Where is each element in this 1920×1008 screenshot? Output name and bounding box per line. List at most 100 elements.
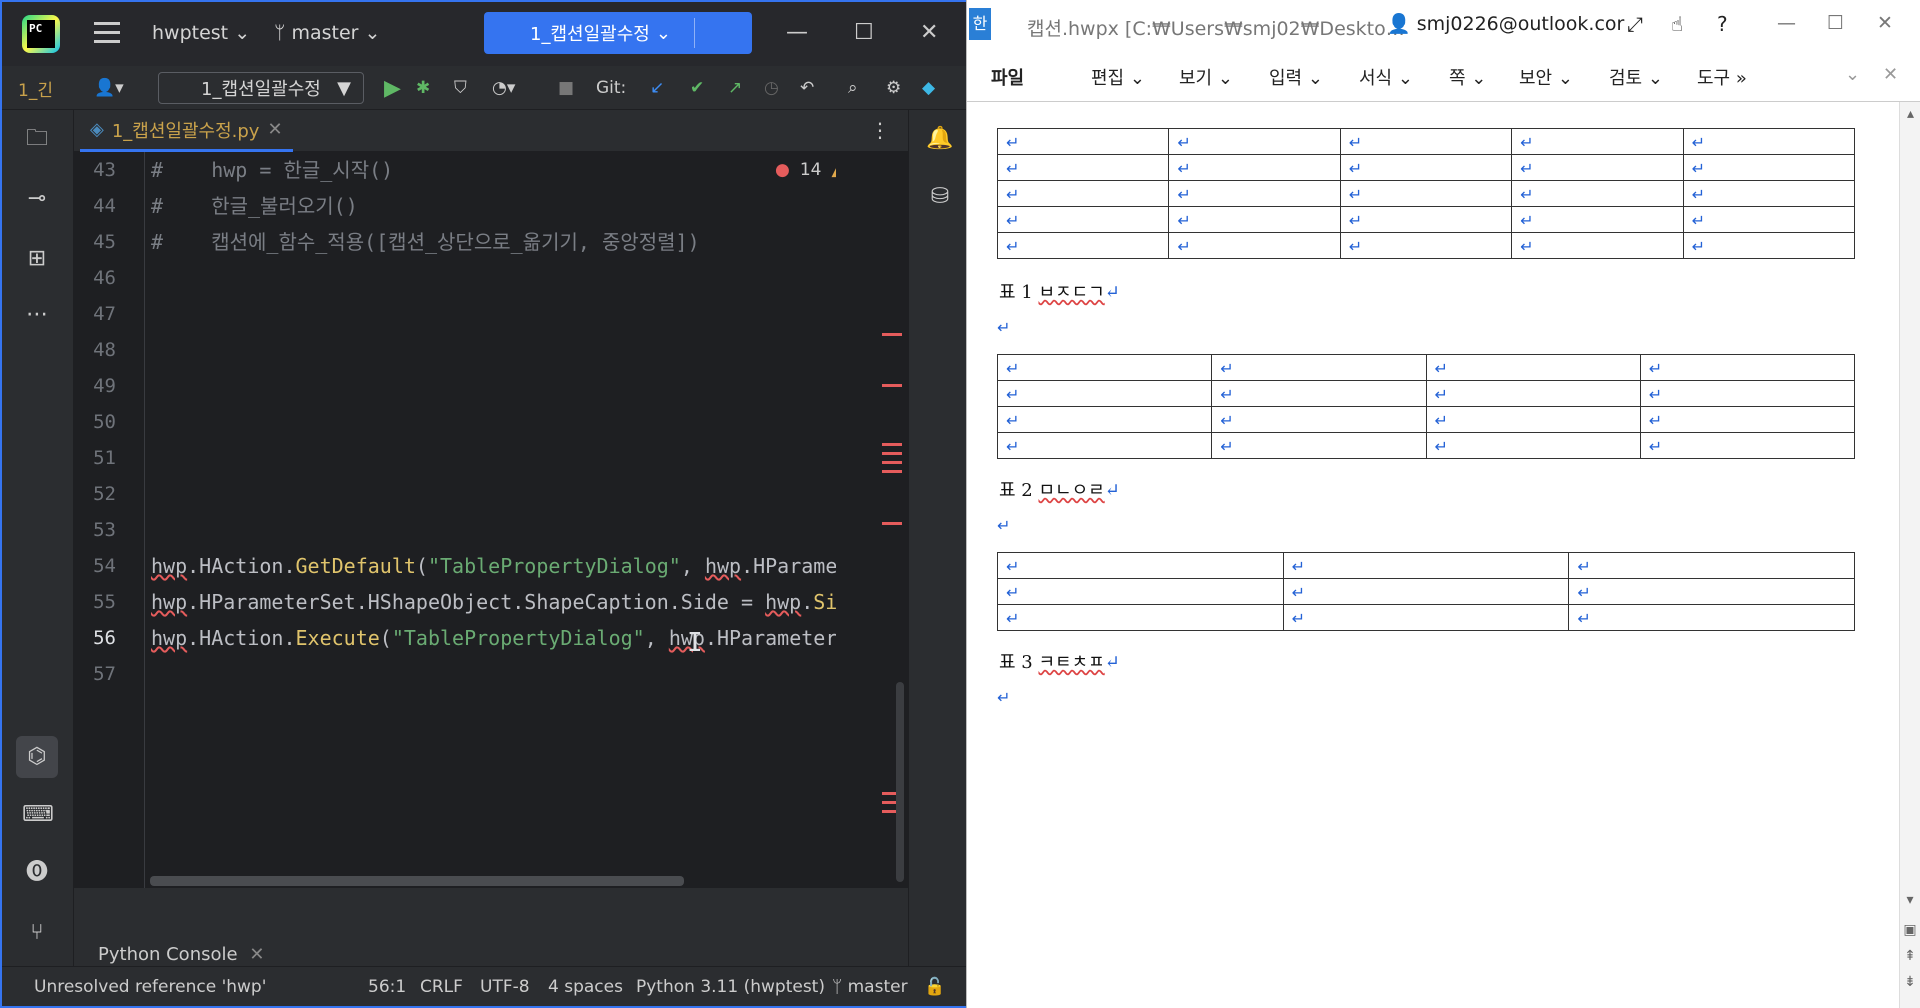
commit-icon[interactable]: ⊸	[22, 184, 52, 214]
terminal-icon[interactable]: ⌨	[22, 800, 54, 830]
inspection-widget[interactable]: ●14 ▲1 ✔4 ⌃ ⌄	[775, 160, 836, 180]
error-stripe-mark[interactable]	[882, 443, 902, 446]
menu-insert[interactable]: 입력 ⌄	[1269, 64, 1323, 90]
table-caption-2[interactable]: 표 2 ㅁㄴㅇㄹ↵	[999, 476, 1120, 502]
code-line-43[interactable]: # hwp = 한글_시작()	[151, 152, 393, 188]
menu-view[interactable]: 보기 ⌄	[1179, 64, 1233, 90]
python-console-tab[interactable]: Python Console	[98, 944, 238, 965]
toolbar-run-config-select[interactable]: 1_캡션일괄수정 ▼	[158, 72, 364, 104]
close-tab-icon[interactable]: ✕	[249, 944, 264, 965]
empty-paragraph[interactable]: ↵	[997, 318, 1010, 337]
table-caption-3[interactable]: 표 3 ㅋㅌㅊㅍ↵	[999, 648, 1120, 674]
lock-icon[interactable]: 🔓	[924, 977, 945, 997]
debug-icon[interactable]: ✱	[416, 76, 430, 100]
structure-icon[interactable]: ⊞	[22, 244, 52, 274]
editor-tab[interactable]: ◈ 1_캡션일괄수정.py ✕	[80, 110, 293, 152]
caret-position[interactable]: 56:1	[368, 977, 406, 997]
maximize-button[interactable]: ☐	[854, 20, 874, 45]
scroll-down-icon[interactable]: ▾	[1900, 892, 1920, 908]
stop-icon[interactable]: ■	[558, 76, 574, 100]
line-number: 47	[93, 303, 116, 325]
fullscreen-icon[interactable]: ⤢	[1627, 12, 1643, 36]
file-encoding[interactable]: UTF-8	[480, 977, 530, 997]
menu-security[interactable]: 보안 ⌄	[1519, 64, 1573, 90]
more-tools-icon[interactable]: ⋯	[22, 300, 52, 330]
python-console-icon[interactable]: ⌬	[16, 736, 58, 778]
main-menu-icon[interactable]	[94, 22, 120, 44]
history-icon[interactable]: ◷	[764, 76, 779, 100]
touch-mode-icon[interactable]: ☝	[1671, 12, 1683, 36]
table-1[interactable]: ↵ ↵ ↵ ↵ ↵ ↵ ↵ ↵ ↵ ↵ ↵ ↵ ↵ ↵ ↵ ↵ ↵ ↵ ↵ ↵ ↵ ↵ ↵ ↵ ↵	[996, 128, 1856, 259]
search-icon[interactable]: ⌕	[848, 76, 858, 100]
branch-selector[interactable]: ᛘ master ⌄	[274, 22, 380, 44]
error-stripe-mark[interactable]	[882, 333, 902, 336]
database-icon[interactable]: ⛁	[925, 182, 955, 212]
notifications-bell-icon[interactable]: 🔔	[925, 124, 955, 154]
ide-title-bar: PC hwptest ⌄ ᛘ master ⌄ 1_캡션일괄수정 ⌄ — ☐ ✕	[2, 2, 968, 66]
code-line-45[interactable]: # 캡션에_함수_적용([캡션_상단으로_옮기기, 중앙정렬])	[151, 224, 700, 260]
tab-options-icon[interactable]: ⋮	[870, 118, 890, 142]
line-separator[interactable]: CRLF	[420, 977, 463, 997]
code-line-56[interactable]: hwp.HAction.Execute("TablePropertyDialog…	[151, 620, 836, 656]
table-2[interactable]: ↵ ↵ ↵ ↵ ↵ ↵ ↵ ↵ ↵ ↵ ↵ ↵ ↵ ↵ ↵ ↵	[996, 354, 1856, 459]
menu-page[interactable]: 쪽 ⌄	[1449, 64, 1486, 90]
user-icon[interactable]: 👤▾	[94, 76, 124, 100]
minimize-button[interactable]: —	[1777, 12, 1796, 34]
table-3[interactable]: ↵ ↵ ↵ ↵ ↵ ↵ ↵ ↵ ↵	[997, 552, 1855, 631]
folder-icon[interactable]: 🗀	[22, 124, 52, 154]
document-canvas[interactable]: ↵ ↵ ↵ ↵ ↵ ↵ ↵ ↵ ↵ ↵ ↵ ↵ ↵ ↵ ↵ ↵ ↵ ↵ ↵ ↵ ↵ ↵ ↵ ↵ ↵ 표 1 ㅂㅈㄷㄱ↵ …	[967, 102, 1899, 1008]
settings-gear-icon[interactable]: ⚙	[886, 76, 901, 100]
menu-format[interactable]: 서식 ⌄	[1359, 64, 1413, 90]
error-stripe-mark[interactable]	[882, 461, 902, 464]
ribbon-collapse-icon[interactable]: ⌄	[1845, 64, 1860, 85]
git-update-icon[interactable]: ↙	[650, 76, 664, 100]
project-selector[interactable]: hwptest ⌄	[152, 22, 250, 44]
help-icon[interactable]: ?	[1717, 12, 1728, 36]
status-message[interactable]: Unresolved reference 'hwp'	[34, 977, 266, 997]
error-stripe-mark[interactable]	[882, 384, 902, 387]
error-stripe-mark[interactable]	[882, 522, 902, 525]
run-config-widget[interactable]: 1_캡션일괄수정 ⌄	[484, 12, 752, 54]
empty-paragraph[interactable]: ↵	[997, 516, 1010, 535]
code-line-54[interactable]: hwp.HAction.GetDefault("TablePropertyDia…	[151, 548, 836, 584]
coverage-icon[interactable]: ⛉	[454, 76, 467, 100]
rollback-icon[interactable]: ↶	[800, 76, 814, 100]
next-page-icon[interactable]: ⇟	[1900, 974, 1920, 990]
git-branches-icon[interactable]: ⑂	[22, 918, 52, 948]
code-area[interactable]: # hwp = 한글_시작() # 한글_불러오기() # 캡션에_함수_적용(…	[144, 152, 836, 888]
horizontal-scrollbar[interactable]	[150, 876, 684, 886]
code-line-44[interactable]: # 한글_불러오기()	[151, 188, 358, 224]
account-button[interactable]: 👤 smj0226@outlook.cor	[1387, 12, 1624, 35]
table-caption-1[interactable]: 표 1 ㅂㅈㄷㄱ↵	[999, 278, 1120, 304]
jetbrains-ai-icon[interactable]: ◆	[922, 76, 935, 100]
code-line-55[interactable]: hwp.HParameterSet.HShapeObject.ShapeCapt…	[151, 584, 836, 620]
scroll-up-icon[interactable]: ▴	[1900, 106, 1920, 122]
menu-review[interactable]: 검토 ⌄	[1609, 64, 1663, 90]
indent-setting[interactable]: 4 spaces	[548, 977, 623, 997]
close-document-icon[interactable]: ✕	[1883, 64, 1898, 85]
minimize-button[interactable]: —	[786, 20, 808, 45]
code-editor[interactable]: 43 44 45 46 47 48 49 50 51 52 53 54 55 5…	[74, 152, 908, 888]
page-view-icon[interactable]: ▣	[1900, 922, 1920, 938]
close-button[interactable]: ✕	[920, 20, 938, 45]
empty-paragraph[interactable]: ↵	[997, 688, 1010, 707]
maximize-button[interactable]: ☐	[1827, 12, 1844, 34]
run-icon[interactable]: ▶	[384, 76, 401, 101]
python-interpreter[interactable]: Python 3.11 (hwptest)	[636, 977, 825, 997]
close-button[interactable]: ✕	[1877, 12, 1893, 34]
vertical-scrollbar[interactable]	[896, 682, 904, 882]
menu-file[interactable]: 파일	[991, 64, 1024, 90]
menu-tools[interactable]: 도구 »	[1697, 64, 1747, 90]
profile-icon[interactable]: ◔▾	[492, 76, 515, 100]
close-tab-icon[interactable]: ✕	[267, 119, 282, 140]
project-short-label[interactable]: 1_긴	[18, 76, 53, 101]
git-push-icon[interactable]: ↗	[728, 76, 742, 100]
prev-page-icon[interactable]: ⇞	[1900, 948, 1920, 964]
status-branch[interactable]: ᛘ master	[832, 977, 908, 997]
problems-icon[interactable]: ⓿	[22, 858, 52, 888]
document-vertical-scrollbar[interactable]: ▴ ▾ ▣ ⇞ ⇟	[1899, 102, 1920, 1008]
menu-edit[interactable]: 편집 ⌄	[1091, 64, 1145, 90]
error-stripe-mark[interactable]	[882, 452, 902, 455]
git-commit-icon[interactable]: ✔	[690, 76, 704, 100]
error-stripe-mark[interactable]	[882, 470, 902, 473]
